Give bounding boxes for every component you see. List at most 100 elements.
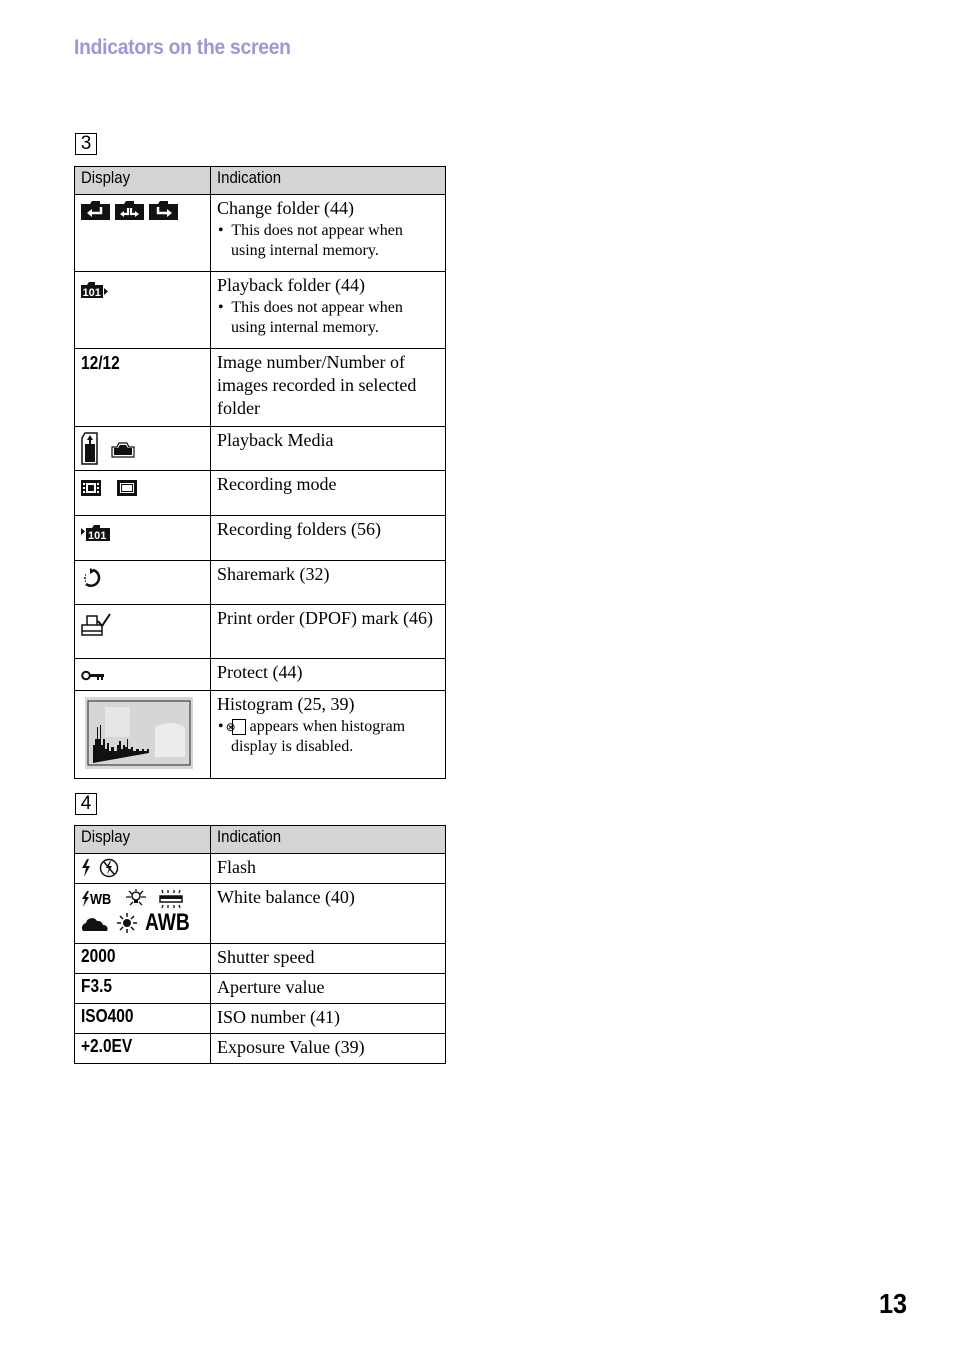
auto-wb-icon: AWB: [145, 909, 190, 936]
indicator-table-3: Display Indication Change folder (44) • …: [74, 166, 446, 779]
table-row: Print order (DPOF) mark (46): [74, 604, 446, 659]
table-row: 101 Recording folders (56): [74, 515, 446, 561]
table-header-row: Display Indication: [74, 825, 446, 854]
svg-text:101: 101: [88, 530, 106, 541]
indication-cell: Change folder (44) • This does not appea…: [210, 194, 446, 272]
indication-text: Protect (44): [217, 662, 303, 682]
indicator-table-4: Display Indication Flash WB AWB White ba…: [74, 825, 446, 1064]
folder-forward-icon: [149, 201, 178, 220]
indication-text: Aperture value: [217, 977, 325, 997]
page-title: Indicators on the screen: [74, 36, 291, 59]
indication-note: • ⊗ appears when histogram display is di…: [218, 718, 406, 755]
column-header-display: Display: [74, 166, 211, 195]
indication-text: Recording folders (56): [217, 519, 381, 539]
indication-text: Flash: [217, 857, 257, 877]
indication-cell: ISO number (41): [210, 1003, 446, 1034]
protect-key-icon: [81, 670, 104, 681]
svg-text:101: 101: [83, 287, 101, 298]
histogram-disabled-icon: ⊗: [226, 719, 246, 736]
indication-text: Change folder (44): [217, 198, 354, 218]
display-cell: [74, 658, 211, 691]
column-header-indication: Indication: [210, 825, 446, 854]
indication-text: Print order (DPOF) mark (46): [217, 608, 433, 628]
indication-cell: Playback Media: [210, 426, 446, 471]
display-cell: [74, 560, 211, 605]
fluorescent-icon: [159, 889, 183, 909]
memory-stick-icon: [81, 432, 98, 465]
indication-cell: Protect (44): [210, 658, 446, 691]
indication-text: Recording mode: [217, 474, 337, 494]
column-header-display: Display: [74, 825, 211, 854]
still-mode-icon: [117, 480, 137, 496]
display-cell: 12/12: [74, 348, 211, 427]
indication-text: ISO number (41): [217, 1007, 340, 1027]
display-cell: [74, 604, 211, 659]
indication-cell: Playback folder (44) • This does not app…: [210, 271, 446, 349]
histogram-icon: [85, 697, 193, 769]
indication-cell: Print order (DPOF) mark (46): [210, 604, 446, 659]
indication-text: Image number/Number of images recorded i…: [217, 352, 417, 418]
daylight-icon: [117, 913, 137, 933]
cloudy-icon: [81, 918, 108, 931]
indication-text: Shutter speed: [217, 947, 315, 967]
image-count-display: 12/12: [81, 353, 120, 373]
folder-both-icon: [115, 201, 144, 220]
page-number: 13: [879, 1288, 908, 1319]
section-number-4: 4: [75, 793, 97, 815]
exposure-value-display: +2.0EV: [81, 1036, 133, 1056]
playback-folder-101-icon: 101: [81, 282, 108, 298]
table-row: WB AWB White balance (40): [74, 883, 446, 944]
shutter-speed-display: 2000: [81, 946, 116, 966]
indication-cell: White balance (40): [210, 883, 446, 944]
table-row: Histogram (25, 39) • ⊗ appears when hist…: [74, 690, 446, 779]
table-row: Sharemark (32): [74, 560, 446, 605]
table-row: Playback Media: [74, 426, 446, 471]
display-cell: F3.5: [74, 973, 211, 1004]
indication-text: Histogram (25, 39): [217, 694, 355, 714]
recording-folder-101-icon: 101: [81, 525, 110, 541]
indication-cell: Shutter speed: [210, 943, 446, 974]
indication-cell: Histogram (25, 39) • ⊗ appears when hist…: [210, 690, 446, 779]
table-row: 12/12 Image number/Number of images reco…: [74, 348, 446, 427]
display-cell: 101: [74, 515, 211, 561]
aperture-display: F3.5: [81, 976, 112, 996]
indication-text: Sharemark (32): [217, 564, 330, 584]
indication-text: White balance (40): [217, 887, 355, 907]
flash-off-icon: [99, 858, 119, 878]
movie-mode-icon: [81, 480, 101, 496]
display-cell: 101: [74, 271, 211, 349]
indication-text: Playback folder (44): [217, 275, 365, 295]
indication-cell: Flash: [210, 853, 446, 884]
table-row: 2000 Shutter speed: [74, 943, 446, 974]
display-cell: [74, 470, 211, 516]
incandescent-icon: [126, 889, 146, 906]
indication-note: • This does not appear when using intern…: [218, 299, 403, 336]
column-header-indication: Indication: [210, 166, 446, 195]
internal-memory-icon: [111, 441, 135, 458]
folder-back-icon: [81, 201, 110, 220]
display-cell: WB AWB: [74, 883, 211, 944]
indication-text: Exposure Value (39): [217, 1037, 365, 1057]
table-row: Change folder (44) • This does not appea…: [74, 194, 446, 272]
print-order-icon: [81, 613, 111, 636]
indication-cell: Aperture value: [210, 973, 446, 1004]
table-row: +2.0EV Exposure Value (39): [74, 1033, 446, 1064]
display-cell: 2000: [74, 943, 211, 974]
display-cell: +2.0EV: [74, 1033, 211, 1064]
table-row: Recording mode: [74, 470, 446, 516]
display-cell: [74, 426, 211, 471]
sharemark-icon: [84, 568, 101, 587]
table-row: F3.5 Aperture value: [74, 973, 446, 1004]
iso-display: ISO400: [81, 1006, 134, 1026]
indication-cell: Sharemark (32): [210, 560, 446, 605]
indication-text: Playback Media: [217, 430, 334, 450]
display-cell: [74, 853, 211, 884]
flash-wb-icon: WB: [81, 891, 115, 908]
section-number-3: 3: [75, 133, 97, 155]
indication-cell: Recording mode: [210, 470, 446, 516]
table-row: Protect (44): [74, 658, 446, 691]
indication-cell: Exposure Value (39): [210, 1033, 446, 1064]
table-row: Flash: [74, 853, 446, 884]
table-row: ISO400 ISO number (41): [74, 1003, 446, 1034]
display-cell: [74, 690, 211, 779]
